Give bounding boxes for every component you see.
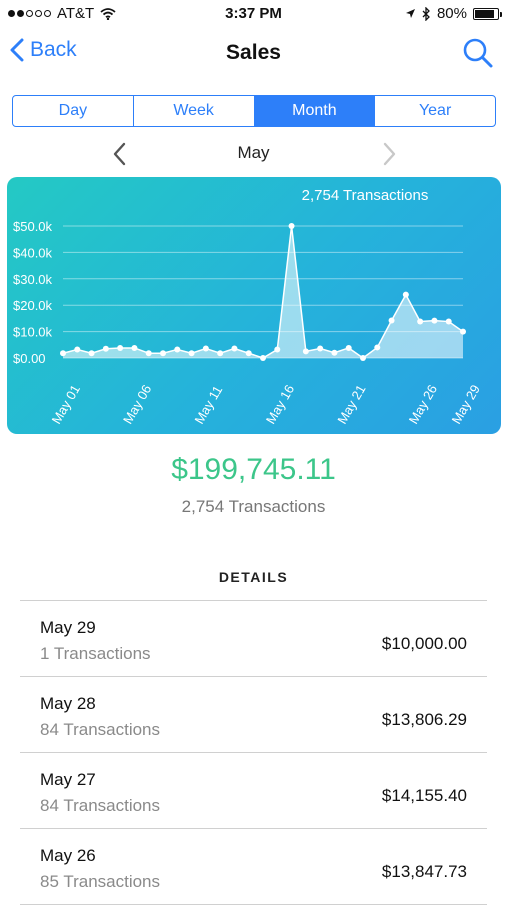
data-point xyxy=(160,350,166,357)
data-point xyxy=(217,350,224,357)
segment-year[interactable]: Year xyxy=(375,96,495,126)
x-tick-label: May 21 xyxy=(334,382,368,426)
data-point xyxy=(117,344,124,351)
data-point xyxy=(260,355,266,361)
data-point xyxy=(60,350,66,357)
x-tick-label: May 06 xyxy=(120,382,154,426)
detail-date: May 29 xyxy=(40,618,96,637)
y-tick-label: $20.0k xyxy=(13,298,53,313)
data-point xyxy=(345,344,352,351)
detail-amount: $14,155.40 xyxy=(381,786,467,805)
data-point xyxy=(417,318,424,325)
details-heading: DETAILS xyxy=(218,569,289,585)
month-label: May xyxy=(237,143,270,162)
detail-amount: $10,000.00 xyxy=(381,634,467,653)
data-point xyxy=(460,328,466,335)
data-point xyxy=(402,291,409,298)
search-icon[interactable] xyxy=(461,36,495,70)
data-point xyxy=(88,350,95,357)
x-tick-label: May 29 xyxy=(449,382,483,426)
detail-date: May 26 xyxy=(40,846,96,865)
sales-chart-card: $50.0k $40.0k $30.0k $20.0k $10.0k $0.00 May … xyxy=(7,177,501,434)
details-list: May 29 1 Transactions $10,000.00 May 28 … xyxy=(20,600,487,905)
data-point xyxy=(245,350,252,357)
data-point xyxy=(288,223,295,229)
detail-transactions: 85 Transactions xyxy=(40,872,161,891)
data-point xyxy=(174,346,181,353)
data-point xyxy=(102,345,109,352)
data-point xyxy=(231,345,238,352)
sales-area-chart: $50.0k $40.0k $30.0k $20.0k $10.0k $0.00 May … xyxy=(13,187,483,427)
data-point xyxy=(360,355,366,361)
detail-amount: $13,847.73 xyxy=(381,862,467,881)
x-tick-label: May 01 xyxy=(49,382,83,426)
battery-percent: 80% xyxy=(436,5,467,22)
battery-icon xyxy=(473,7,502,20)
data-point xyxy=(202,345,209,352)
detail-date: May 27 xyxy=(40,770,96,789)
data-point xyxy=(274,346,281,353)
detail-row[interactable]: May 26 85 Transactions $13,847.73 xyxy=(20,829,487,905)
status-bar: AT&T 3:37 PM 80% xyxy=(0,0,507,28)
bluetooth-icon xyxy=(422,6,430,21)
data-point xyxy=(145,350,152,357)
month-navigator: May xyxy=(0,138,507,170)
y-tick-label: $0.00 xyxy=(13,351,46,366)
x-tick-label: May 16 xyxy=(263,382,297,426)
total-sales-amount: $199,745.11 xyxy=(171,453,336,486)
chart-title: 2,754 Transactions xyxy=(302,187,429,204)
detail-row[interactable]: May 27 84 Transactions $14,155.40 xyxy=(20,753,487,829)
y-tick-label: $40.0k xyxy=(13,245,53,260)
y-tick-label: $10.0k xyxy=(13,325,53,340)
detail-transactions: 84 Transactions xyxy=(40,720,161,739)
data-point xyxy=(431,317,438,324)
detail-row[interactable]: May 28 84 Transactions $13,806.29 xyxy=(20,677,487,753)
data-point xyxy=(374,344,381,351)
y-tick-label: $30.0k xyxy=(13,272,53,287)
detail-date: May 28 xyxy=(40,694,96,713)
data-point xyxy=(388,317,395,324)
total-transactions: 2,754 Transactions xyxy=(181,497,326,516)
data-point xyxy=(331,349,338,356)
y-tick-label: $50.0k xyxy=(13,219,53,234)
detail-transactions: 1 Transactions xyxy=(40,644,151,663)
data-point xyxy=(131,344,138,351)
data-point xyxy=(188,350,195,357)
detail-row[interactable]: May 29 1 Transactions $10,000.00 xyxy=(20,601,487,677)
segment-week[interactable]: Week xyxy=(134,96,255,126)
location-arrow-icon xyxy=(405,9,415,18)
series-area xyxy=(63,226,463,358)
data-point xyxy=(74,346,81,353)
segment-day[interactable]: Day xyxy=(13,96,134,126)
period-segmented-control: Day Week Month Year xyxy=(12,95,496,127)
status-right: 80% xyxy=(405,5,502,22)
page-title: Sales xyxy=(226,41,281,64)
data-point xyxy=(445,318,452,325)
data-point xyxy=(302,348,309,355)
x-tick-label: May 11 xyxy=(191,383,225,427)
navigation-bar: Back Sales xyxy=(0,28,507,78)
segment-month[interactable]: Month xyxy=(254,96,376,126)
next-month-chevron-icon[interactable] xyxy=(377,140,401,168)
x-tick-label: May 26 xyxy=(406,382,440,426)
detail-amount: $13,806.29 xyxy=(381,710,467,729)
data-point xyxy=(317,345,324,352)
detail-transactions: 84 Transactions xyxy=(40,796,161,815)
